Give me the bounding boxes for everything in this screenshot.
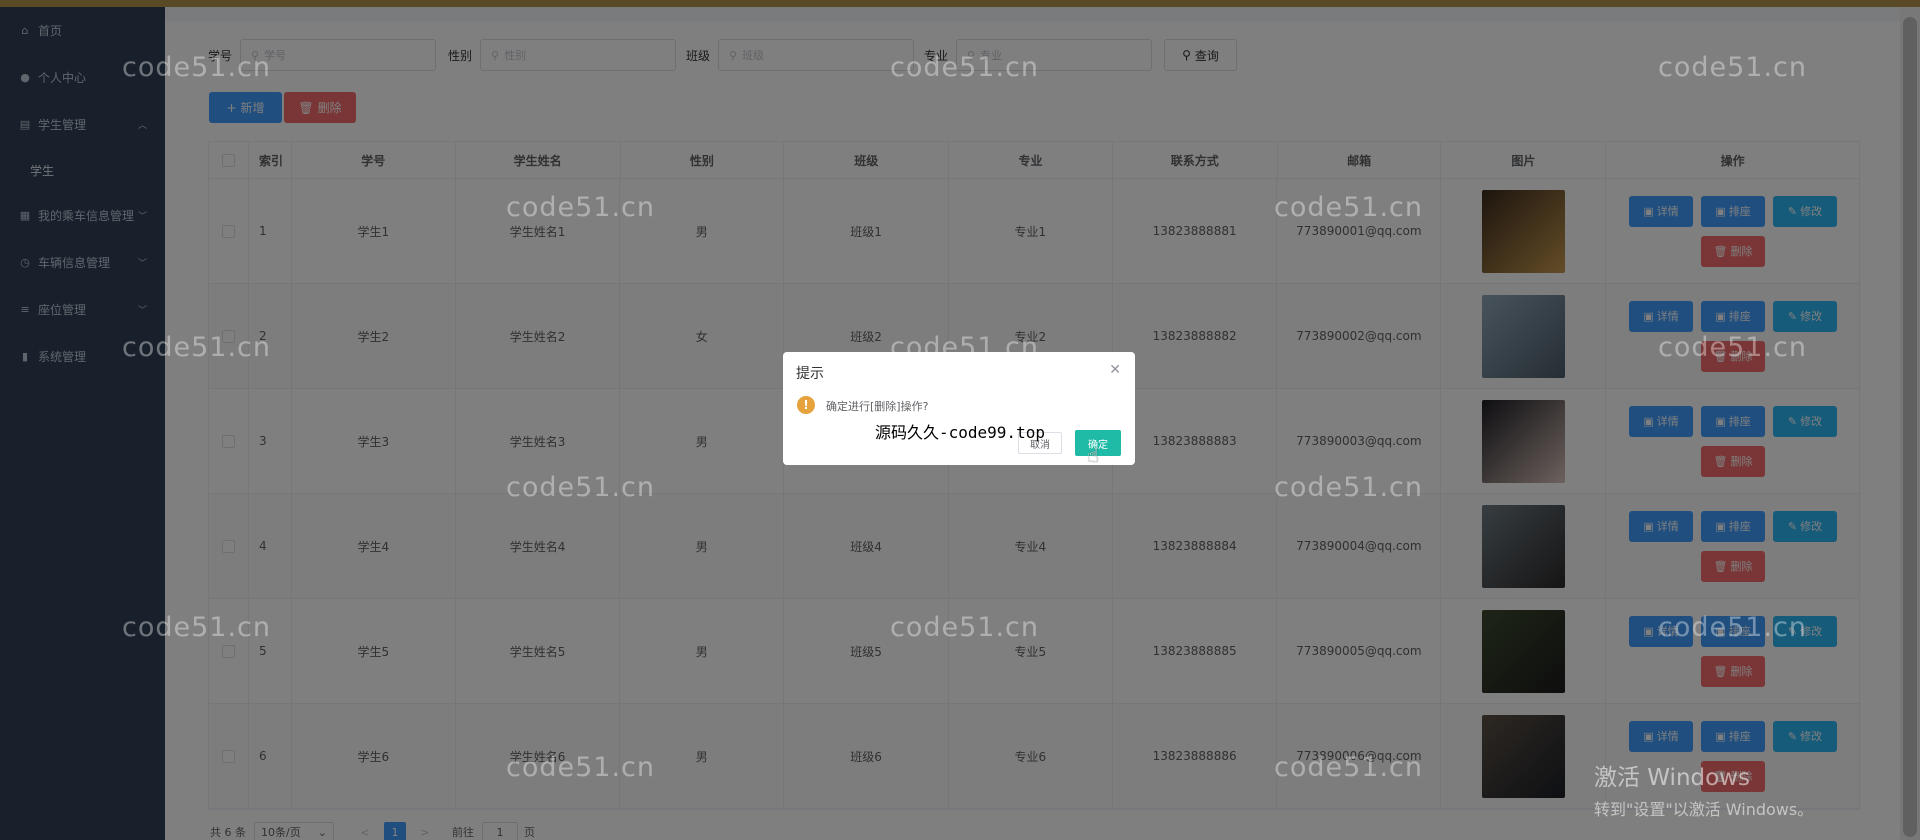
dialog-overlay-text: 源码久久-code99.top (875, 423, 1045, 442)
watermark: code51.cn (1658, 52, 1808, 83)
dialog-title: 提示 (796, 366, 824, 382)
hand-cursor-icon: ☝ (1087, 443, 1100, 467)
dialog-message: 确定进行[删除]操作? (826, 400, 929, 413)
confirm-dialog: 提示 ✕ ! 确定进行[删除]操作? 取消 确定 源码久久-code99.top (783, 352, 1135, 465)
watermark: code51.cn (1658, 612, 1808, 643)
watermark: code51.cn (1274, 192, 1424, 223)
windows-activation-title: 激活 Windows (1594, 765, 1750, 791)
watermark: code51.cn (1274, 752, 1424, 783)
warning-icon: ! (797, 396, 815, 414)
watermark: code51.cn (122, 52, 272, 83)
close-icon[interactable]: ✕ (1109, 362, 1121, 378)
watermark: code51.cn (890, 52, 1040, 83)
watermark: code51.cn (890, 612, 1040, 643)
watermark: code51.cn (506, 752, 656, 783)
watermark: code51.cn (1658, 332, 1808, 363)
windows-activation-hint: 转到"设置"以激活 Windows。 (1594, 800, 1814, 819)
watermark: code51.cn (506, 192, 656, 223)
watermark: code51.cn (122, 332, 272, 363)
windows-activation-notice: 激活 Windows 转到"设置"以激活 Windows。 (1594, 758, 1813, 820)
watermark: code51.cn (1274, 472, 1424, 503)
watermark: code51.cn (506, 472, 656, 503)
watermark: code51.cn (122, 612, 272, 643)
